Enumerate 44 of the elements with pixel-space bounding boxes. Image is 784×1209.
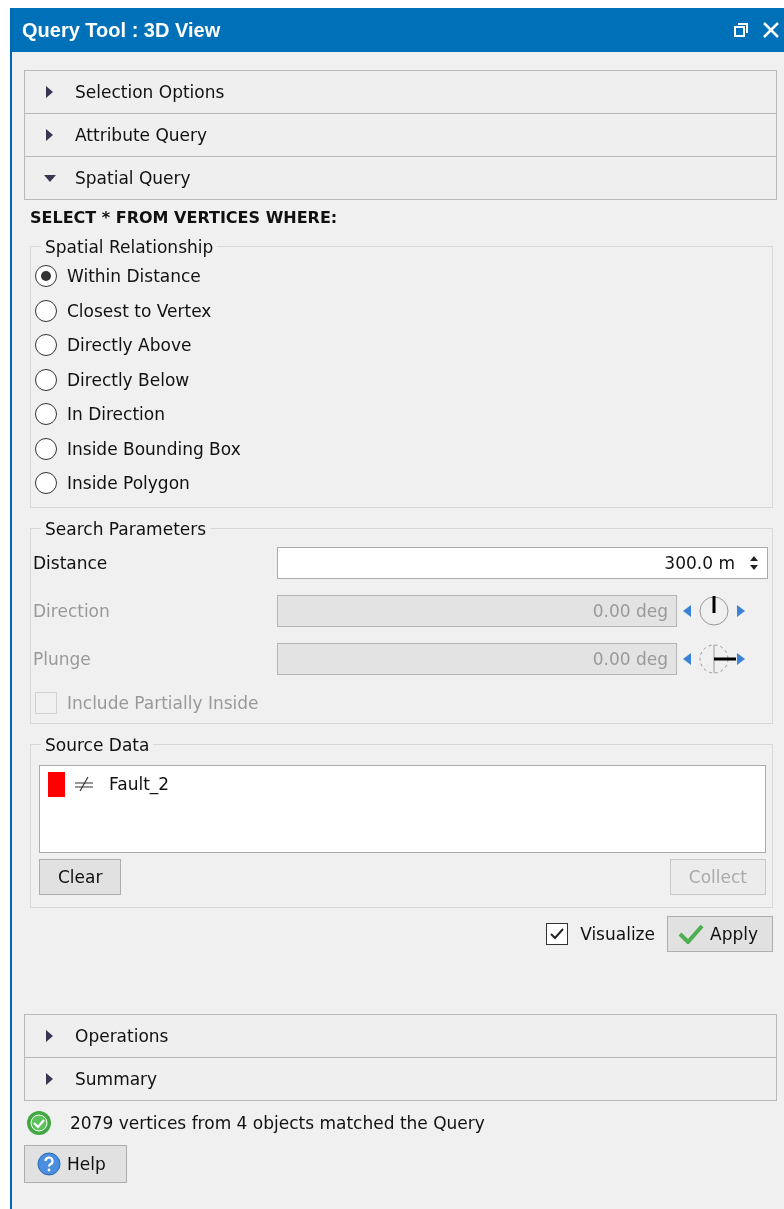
success-icon bbox=[26, 1109, 52, 1136]
help-icon bbox=[37, 1151, 61, 1176]
radio-button[interactable] bbox=[35, 368, 57, 391]
restore-icon[interactable] bbox=[734, 23, 748, 37]
checkbox[interactable] bbox=[546, 922, 569, 945]
status-message: 2079 vertices from 4 objects matched the Query bbox=[70, 1112, 485, 1133]
section-header[interactable]: Operations bbox=[24, 1013, 777, 1057]
radio-button[interactable] bbox=[35, 437, 57, 460]
section-header[interactable]: Attribute Query bbox=[24, 113, 777, 156]
group-label: Spatial Relationship bbox=[41, 237, 218, 257]
field-label: Distance bbox=[33, 552, 109, 573]
radio-button[interactable] bbox=[35, 472, 57, 495]
check-icon bbox=[550, 927, 565, 940]
checkmark-icon bbox=[678, 923, 704, 944]
section-header[interactable]: Spatial Query bbox=[24, 156, 777, 200]
field-label: Direction bbox=[33, 600, 111, 621]
section-header[interactable]: Summary bbox=[24, 1056, 777, 1101]
radio-option[interactable]: In Direction bbox=[35, 397, 772, 432]
radio-button[interactable] bbox=[35, 265, 57, 288]
field-label: Plunge bbox=[33, 648, 92, 669]
close-icon[interactable] bbox=[762, 21, 780, 39]
section-header[interactable]: Selection Options bbox=[24, 70, 777, 113]
help-button[interactable]: Help bbox=[24, 1144, 127, 1183]
radio-option[interactable]: Directly Above bbox=[35, 328, 772, 363]
radio-option[interactable]: Inside Polygon bbox=[35, 466, 772, 501]
list-item[interactable]: Fault_2 bbox=[109, 774, 170, 794]
input-field[interactable]: 300.0 m bbox=[277, 546, 768, 579]
query-label: SELECT * FROM VERTICES WHERE: bbox=[30, 208, 339, 229]
window-title: Query Tool : 3D View bbox=[22, 18, 221, 42]
radio-option[interactable]: Directly Below bbox=[35, 362, 772, 397]
input-field: 0.00 deg bbox=[277, 642, 677, 675]
clear-button[interactable]: Clear bbox=[39, 858, 122, 895]
spin-arrows-icon bbox=[749, 554, 759, 571]
radio-button[interactable] bbox=[35, 299, 57, 322]
radio-option[interactable]: Within Distance bbox=[35, 259, 772, 294]
radio-option[interactable]: Closest to Vertex bbox=[35, 293, 772, 328]
input-field: 0.00 deg bbox=[277, 594, 677, 627]
radio-button[interactable] bbox=[35, 334, 57, 357]
radio-button[interactable] bbox=[35, 403, 57, 426]
fault-icon bbox=[73, 776, 95, 792]
radio-option[interactable]: Inside Bounding Box bbox=[35, 431, 772, 466]
checkbox-label: Visualize bbox=[580, 923, 655, 944]
apply-button[interactable]: Apply bbox=[667, 915, 773, 952]
checkbox-label: Include Partially Inside bbox=[67, 692, 259, 713]
